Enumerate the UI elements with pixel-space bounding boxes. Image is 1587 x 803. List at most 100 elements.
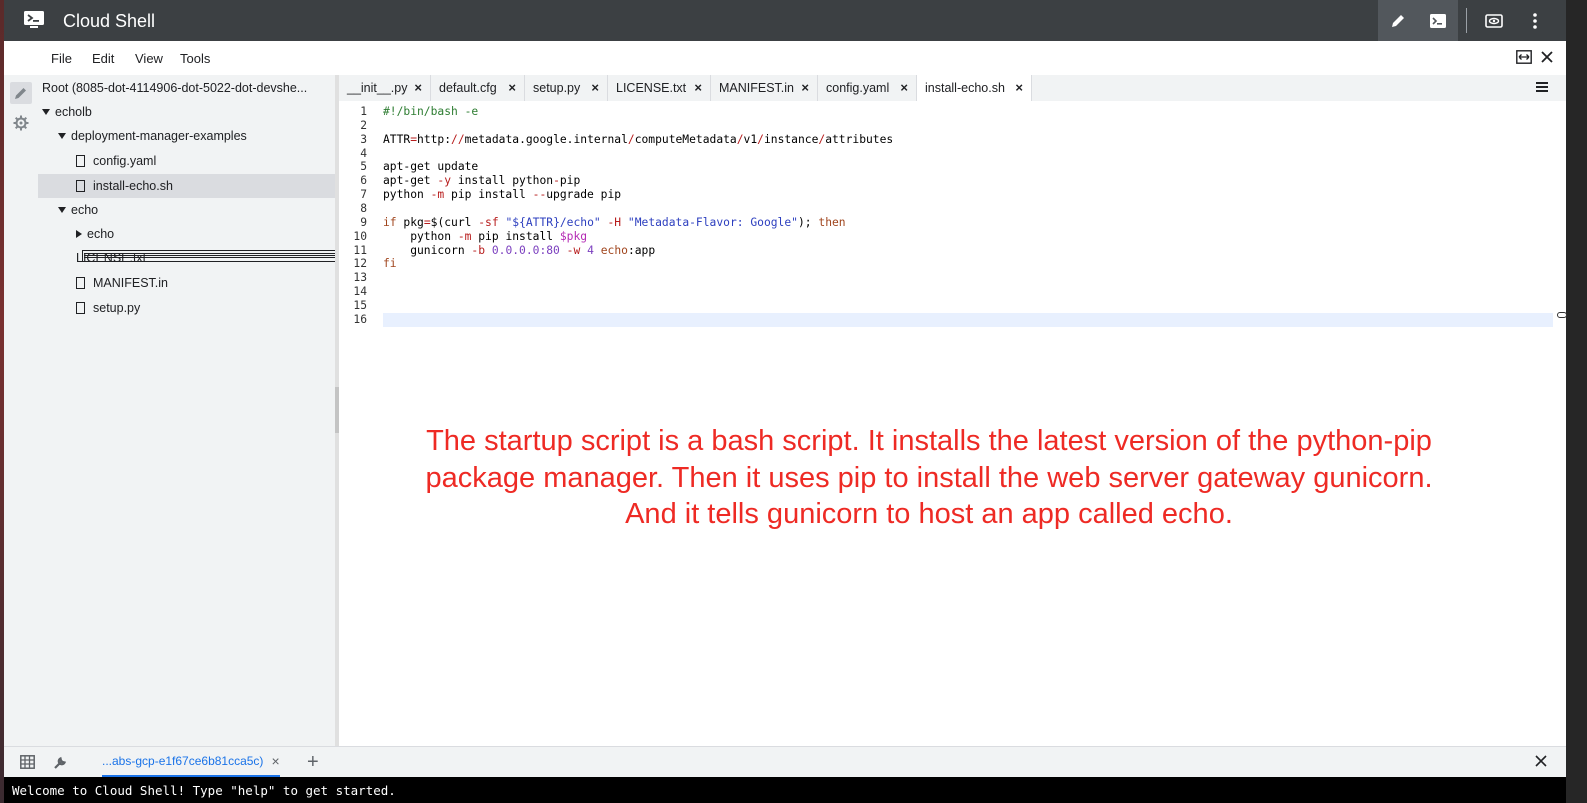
tree-item-label: install-echo.sh <box>93 179 173 193</box>
tab-install-echo-sh[interactable]: install-echo.sh × <box>917 75 1032 101</box>
tree-item-setup-py[interactable]: setup.py <box>38 296 373 320</box>
code-line[interactable]: #!/bin/bash -e <box>383 105 1553 119</box>
code-token: python <box>383 188 431 202</box>
terminal-session-tab[interactable]: ...abs-gcp-e1f67ce6b81cca5c) × <box>102 747 280 777</box>
tab-menu-icon[interactable] <box>1536 82 1548 94</box>
code-line[interactable] <box>383 285 1553 299</box>
terminal-icon <box>1430 13 1446 28</box>
line-number: 5 <box>360 160 367 174</box>
code-editor-pane: File Edit View Tools Root (8085-dot-4114… <box>4 41 1567 746</box>
window-right-edge <box>1566 0 1587 803</box>
line-number: 6 <box>360 174 367 188</box>
code-line[interactable] <box>383 299 1553 313</box>
tab-setup-py[interactable]: setup.py × <box>525 75 608 101</box>
code-token: then <box>818 215 846 229</box>
add-terminal-icon[interactable]: + <box>307 751 319 774</box>
code-token: attributes <box>825 132 894 146</box>
tab-close-icon[interactable]: × <box>801 80 809 95</box>
code-token: -sf <box>478 215 499 229</box>
code-token: 0.0.0.0:80 <box>491 243 560 257</box>
line-number: 15 <box>353 299 367 313</box>
tab-close-icon[interactable]: × <box>414 80 422 95</box>
menu-edit[interactable]: Edit <box>92 51 114 66</box>
tree-item-label: config.yaml <box>93 154 157 168</box>
code-token: echo <box>600 243 628 257</box>
settings-button[interactable] <box>10 112 32 134</box>
tab-close-icon[interactable]: × <box>591 80 599 95</box>
wrench-icon[interactable] <box>53 755 68 770</box>
menu-view[interactable]: View <box>135 51 163 66</box>
tab-default-cfg[interactable]: default.cfg × <box>431 75 525 101</box>
code-token: -- <box>532 188 547 202</box>
code-token: -w <box>566 243 581 257</box>
caret-down-icon <box>42 109 50 115</box>
line-number: 14 <box>353 285 367 299</box>
terminal-mode-button[interactable] <box>1418 0 1458 41</box>
tree-item-echolb[interactable]: echolb <box>38 100 339 124</box>
tree-item-deployment-manager-examples[interactable]: deployment-manager-examples <box>38 124 355 148</box>
tab-init-py[interactable]: __init__.py × <box>339 75 431 101</box>
close-terminal-icon[interactable] <box>1534 754 1548 768</box>
tree-item-license-txt[interactable]: LICENSE.txt <box>38 246 1252 270</box>
tab-close-icon[interactable]: × <box>508 80 516 95</box>
tree-item-manifest-in[interactable]: MANIFEST.in <box>38 271 373 295</box>
code-line[interactable]: apt-get -y install python-pip <box>383 174 1553 188</box>
terminal-toolbar: ...abs-gcp-e1f67ce6b81cca5c) × + <box>4 746 1566 777</box>
tab-license-txt[interactable]: LICENSE.txt × <box>608 75 711 101</box>
line-number: 4 <box>360 146 367 160</box>
code-line[interactable] <box>383 147 1553 161</box>
editor-mode-button[interactable] <box>1378 0 1418 41</box>
code-token: computeMetadata <box>634 132 737 146</box>
terminal-output[interactable]: Welcome to Cloud Shell! Type "help" to g… <box>4 777 1566 803</box>
code-line[interactable]: if pkg=$(curl -sf "${ATTR}/echo" -H "Met… <box>383 216 1553 230</box>
more-options-button[interactable] <box>1515 0 1555 41</box>
annotation-line: And it tells gunicorn to host an app cal… <box>625 498 1233 530</box>
menu-file[interactable]: File <box>51 51 72 66</box>
terminal-tab-close-icon[interactable]: × <box>271 753 279 769</box>
tab-config-yaml[interactable]: config.yaml × <box>818 75 917 101</box>
tree-item-install-echo-sh[interactable]: install-echo.sh <box>38 174 373 198</box>
code-token: -b <box>471 243 486 257</box>
tab-close-icon[interactable]: × <box>900 80 908 95</box>
keyboard-icon[interactable] <box>20 755 35 769</box>
code-token: python <box>383 229 458 243</box>
tree-root-label[interactable]: Root (8085-dot-4114906-dot-5022-dot-devs… <box>42 81 332 95</box>
code-token: -m <box>457 229 472 243</box>
code-line[interactable]: python -m pip install $pkg <box>383 230 1553 244</box>
tree-item-echo-subfolder[interactable]: echo <box>38 222 373 246</box>
code-line[interactable]: ATTR=http://metadata.google.internal/com… <box>383 133 1553 147</box>
code-line[interactable] <box>383 119 1553 133</box>
annotation-line: The startup script is a bash script. It … <box>426 425 1432 457</box>
code-line[interactable] <box>383 271 1553 285</box>
code-token: -y <box>437 174 452 188</box>
code-line[interactable]: gunicorn -b 0.0.0.0:80 -w 4 echo:app <box>383 244 1553 258</box>
menu-tools[interactable]: Tools <box>180 51 210 66</box>
file-tree: Root (8085-dot-4114906-dot-5022-dot-devs… <box>38 75 1252 746</box>
tab-manifest-in[interactable]: MANIFEST.in × <box>711 75 818 101</box>
editor-side-rail <box>4 75 38 746</box>
code-lines[interactable]: #!/bin/bash -e ATTR=http://metadata.googl… <box>383 105 1553 327</box>
tree-item-echo-folder[interactable]: echo <box>38 198 355 222</box>
code-line[interactable]: python -m pip install --upgrade pip <box>383 188 1553 202</box>
code-line[interactable] <box>383 312 1553 327</box>
caret-down-icon <box>58 133 66 139</box>
line-number-gutter: 1 2 3 4 5 6 7 8 9 10 11 12 13 14 15 16 <box>339 105 367 327</box>
code-line[interactable]: fi <box>383 257 1553 271</box>
expand-horizontal-icon[interactable] <box>1516 50 1532 64</box>
file-explorer-button[interactable] <box>10 82 32 104</box>
close-editor-icon[interactable] <box>1540 50 1554 64</box>
tree-item-label: echo <box>87 227 115 241</box>
web-preview-button[interactable] <box>1474 0 1514 41</box>
tab-close-icon[interactable]: × <box>1015 80 1023 95</box>
line-number: 8 <box>360 202 367 216</box>
code-line[interactable] <box>383 202 1553 216</box>
line-number: 3 <box>360 132 367 146</box>
code-token: -m <box>430 188 445 202</box>
line-number: 2 <box>360 118 367 132</box>
code-line[interactable]: apt-get update <box>383 160 1553 174</box>
code-token: apt-get <box>383 174 438 188</box>
tab-close-icon[interactable]: × <box>694 80 702 95</box>
tree-item-config-yaml[interactable]: config.yaml <box>38 149 373 173</box>
